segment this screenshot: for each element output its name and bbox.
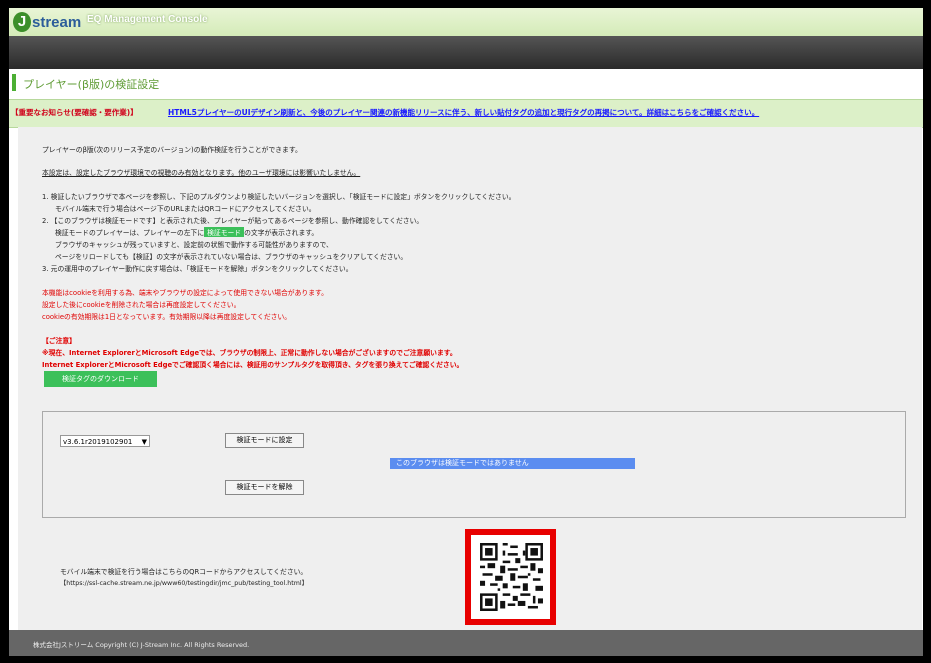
version-select[interactable]: v3.6.1r2019102901 ▼ [60, 435, 150, 447]
page-title: プレイヤー(β版)の検証設定 [23, 78, 160, 91]
page-title-bar: プレイヤー(β版)の検証設定 [9, 69, 923, 96]
cookie-note-1: 本機能はcookieを利用する為、端末やブラウザの設定によって使用できない場合が… [42, 289, 328, 297]
notice-link[interactable]: HTML5プレイヤーのUIデザイン刷新と、今後のプレイヤー関連の新機能リリースに… [168, 107, 759, 118]
notice-label: 【重要なお知らせ(要確認・要作業)】 [11, 108, 138, 117]
step-2-cache: ブラウザのキャッシュが残っていますと、設定前の状態で動作する可能性がありますので… [55, 241, 333, 249]
verify-mode-badge: 検証モード [204, 227, 245, 237]
verify-panel: v3.6.1r2019102901 ▼ 検証モードに設定 このブラウザは検証モー… [42, 411, 906, 518]
step-2-post: の文字が表示されます。 [244, 229, 319, 237]
caution-line-1: ※現在、Internet ExplorerとMicrosoft Edgeでは、ブ… [42, 349, 457, 357]
logo-mark: J [13, 12, 31, 32]
jstream-logo[interactable]: J stream [13, 11, 81, 33]
verify-status-bar: このブラウザは検証モードではありません [390, 458, 635, 469]
version-select-value: v3.6.1r2019102901 [63, 438, 133, 446]
step-2-badge-line: 検証モードのプレイヤーは、プレイヤーの左下に 検証モード の文字が表示されます。 [55, 227, 318, 237]
top-header: J stream EQ Management Console [9, 8, 923, 36]
scope-note: 本設定は、設定したブラウザ環境での視聴のみ有効となります。他のユーザ環境には影響… [42, 169, 361, 177]
unset-verify-mode-button[interactable]: 検証モードを解除 [225, 480, 304, 495]
app-window: J stream EQ Management Console プレイヤー(β版)… [9, 8, 923, 656]
set-verify-mode-button[interactable]: 検証モードに設定 [225, 433, 304, 448]
qr-code-frame [465, 529, 556, 625]
main-content: プレイヤーのβ版(次のリリース予定のバージョン)の動作検証を行うことができます。… [18, 127, 922, 637]
title-accent-bar [12, 74, 16, 91]
footer: 株式会社Jストリーム Copyright (C) J-Stream Inc. A… [9, 630, 923, 656]
intro-text: プレイヤーのβ版(次のリリース予定のバージョン)の動作検証を行うことができます。 [42, 146, 302, 154]
caution-line-2: Internet ExplorerとMicrosoft Edgeでご確認頂く場合… [42, 361, 464, 369]
mobile-qr-instruction: モバイル端末で検証を行う場合はこちらのQRコードからアクセスしてください。 [60, 568, 308, 576]
app-title: EQ Management Console [87, 14, 208, 25]
caution-heading: 【ご注意】 [42, 337, 76, 345]
cookie-note-2: 設定した後にcookieを削除された場合は再度設定してください。 [42, 301, 241, 309]
step-1: 1. 検証したいブラウザで本ページを参照し、下記のプルダウンより検証したいバージ… [42, 193, 516, 201]
nav-bar [9, 36, 923, 69]
logo-text: stream [32, 13, 82, 31]
dropdown-arrow-icon: ▼ [141, 438, 147, 446]
copyright: 株式会社Jストリーム Copyright (C) J-Stream Inc. A… [33, 641, 250, 649]
download-test-tag-button[interactable]: 検証タグのダウンロード [44, 371, 157, 387]
step-2: 2. 【このブラウザは検証モードです】と表示された後、プレイヤーが貼ってあるペー… [42, 217, 424, 225]
step-3: 3. 元の運用中のプレイヤー動作に戻す場合は、「検証モードを解除」ボタンをクリッ… [42, 265, 353, 273]
step-2-pre: 検証モードのプレイヤーは、プレイヤーの左下に [55, 229, 205, 237]
step-2-reload: ページをリロードしても【検証】の文字が表示されていない場合は、ブラウザのキャッシ… [55, 253, 408, 261]
qr-code-icon [480, 543, 543, 611]
step-1-mobile: モバイル端末で行う場合はページ下のURLまたはQRコードにアクセスしてください。 [55, 205, 316, 213]
important-notice: 【重要なお知らせ(要確認・要作業)】 HTML5プレイヤーのUIデザイン刷新と、… [9, 99, 923, 128]
cookie-note-3: cookieの有効期限は1日となっています。有効期限以降は再度設定してください。 [42, 313, 292, 321]
mobile-url[interactable]: 【https://ssl-cache.stream.ne.jp/www60/te… [60, 578, 308, 587]
